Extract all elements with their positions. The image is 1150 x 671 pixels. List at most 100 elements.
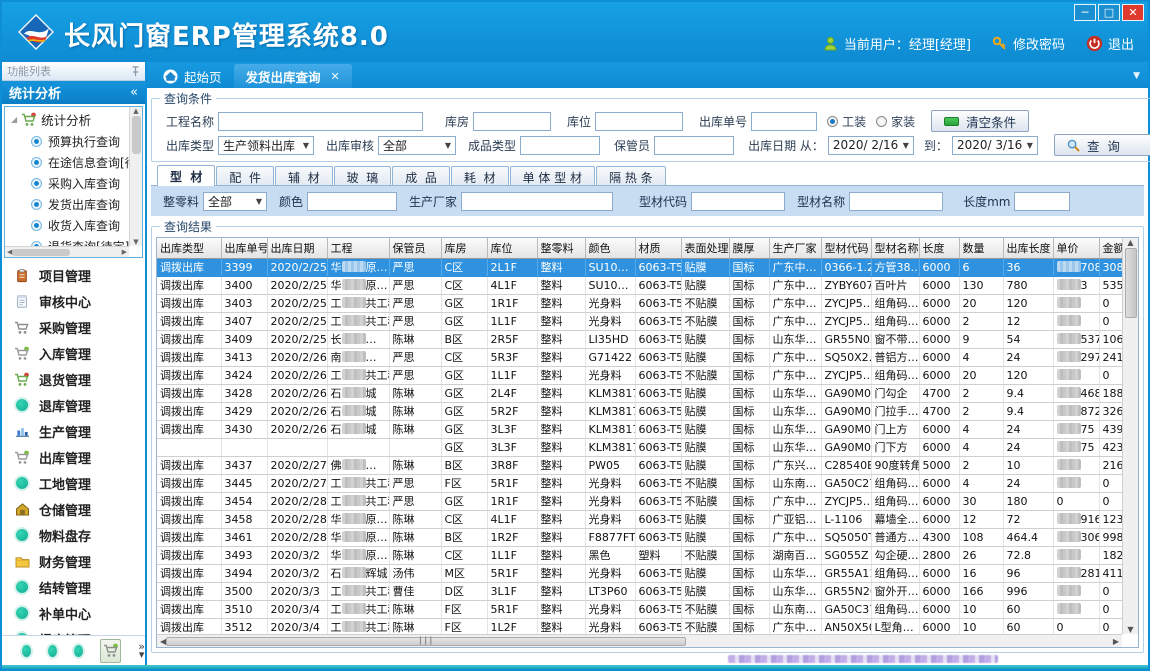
column-header[interactable]: 材质 [635, 238, 681, 259]
column-header[interactable]: 型材代码 [821, 238, 871, 259]
table-row[interactable]: 调拨出库35122020/3/4工共工程陈琳F区1L2F整料光身料6063-T5… [157, 619, 1122, 635]
product-type-input[interactable] [520, 136, 600, 155]
tree-root-node[interactable]: ◢ 统计分析 [5, 107, 129, 131]
sidebar-item-财务管理[interactable]: 财务管理 [2, 548, 145, 574]
radio-industrial[interactable]: 工装 [827, 113, 866, 130]
tree-item[interactable]: 收货入库查询 [5, 215, 129, 236]
project-name-input[interactable] [218, 112, 423, 131]
column-header[interactable]: 工程 [327, 238, 389, 259]
table-row[interactable]: 调拨出库34372020/2/27佛…陈琳B区3R8F整料PW056063-T5… [157, 457, 1122, 475]
column-header[interactable]: 表面处理 [681, 238, 729, 259]
column-header[interactable]: 单价 [1053, 238, 1099, 259]
table-row[interactable]: 调拨出库34612020/2/28华原…陈琳B区1R2F整料F8877FT606… [157, 529, 1122, 547]
tab-home[interactable]: 起始页 [151, 64, 234, 88]
color-input[interactable] [307, 192, 397, 211]
sidebar-item-退货管理[interactable]: 退货管理 [2, 366, 145, 392]
table-row[interactable]: 调拨出库34292020/2/26石城陈琳G区5R2F整料KLM38176063… [157, 403, 1122, 421]
column-header[interactable]: 库位 [487, 238, 537, 259]
tab-list-dropdown-icon[interactable]: ▼ [1133, 71, 1140, 81]
sidebar-section-header[interactable]: 统计分析 « [2, 81, 145, 104]
material-tab[interactable]: 辅 材 [275, 166, 333, 185]
cart-shortcut-button[interactable] [100, 639, 121, 663]
more-options-button[interactable]: »▾ [138, 643, 145, 659]
date-from-select[interactable]: 2020/ 2/16▼ [828, 136, 914, 155]
column-header[interactable]: 库房 [441, 238, 487, 259]
tree-item[interactable]: 在途信息查询[待 [5, 152, 129, 173]
table-row[interactable]: 调拨出库34002020/2/25华原…严思C区4L1F整料SU10…6063-… [157, 277, 1122, 295]
manufacturer-input[interactable] [461, 192, 613, 211]
tree-horizontal-scrollbar[interactable]: ◀▶ [5, 246, 129, 257]
audit-select[interactable]: 全部▼ [378, 136, 456, 155]
table-row[interactable]: 调拨出库34282020/2/26石城陈琳G区2L4F整料KLM38176063… [157, 385, 1122, 403]
location-input[interactable] [595, 112, 683, 131]
date-to-select[interactable]: 2020/ 3/16▼ [952, 136, 1038, 155]
sidebar-item-项目管理[interactable]: 项目管理 [2, 262, 145, 288]
column-header[interactable]: 保管员 [389, 238, 441, 259]
pin-icon[interactable] [131, 66, 140, 77]
minimize-button[interactable]: ─ [1074, 4, 1096, 21]
sidebar-item-采购管理[interactable]: 采购管理 [2, 314, 145, 340]
column-header[interactable]: 颜色 [585, 238, 635, 259]
order-no-input[interactable] [751, 112, 817, 131]
table-row[interactable]: 调拨出库35002020/3/3工共工程曹佳D区3L1F整料LT3P606063… [157, 583, 1122, 601]
table-row[interactable]: 调拨出库35102020/3/4工共工程陈琳F区5R1F整料光身料6063-T5… [157, 601, 1122, 619]
column-header[interactable]: 金额 [1099, 238, 1122, 259]
material-tab[interactable]: 成 品 [392, 166, 450, 185]
sidebar-item-审核中心[interactable]: 审核中心 [2, 288, 145, 314]
clear-conditions-button[interactable]: 清空条件 [931, 110, 1029, 132]
table-row[interactable]: G区3L3F整料KLM38176063-T5贴膜国标山东华…GA90M09…门下… [157, 439, 1122, 457]
column-header[interactable]: 出库长度 [1003, 238, 1053, 259]
tree-expander-icon[interactable]: ◢ [11, 115, 17, 124]
table-row[interactable]: 调拨出库33992020/2/25华原…严思C区2L1F整料SU10…6063-… [157, 259, 1122, 277]
tree-item[interactable]: 预算执行查询 [5, 131, 129, 152]
table-row[interactable]: 调拨出库34132020/2/26南…严思C区5R3F整料G714226063-… [157, 349, 1122, 367]
dot-icon[interactable] [74, 645, 83, 657]
collapse-icon[interactable]: « [130, 85, 138, 100]
sidebar-item-报废管理[interactable]: 报废管理 [2, 626, 145, 635]
column-header[interactable]: 数量 [959, 238, 1003, 259]
column-header[interactable]: 长度 [919, 238, 959, 259]
sidebar-item-出库管理[interactable]: 出库管理 [2, 444, 145, 470]
table-row[interactable]: 调拨出库34452020/2/27工共工程严思F区5R1F整料光身料6063-T… [157, 475, 1122, 493]
tab-shipment-outbound-query[interactable]: 发货出库查询 ✕ [234, 64, 352, 88]
table-horizontal-scrollbar[interactable]: ◀┃┃┃▶ [157, 634, 1122, 647]
column-header[interactable]: 生产厂家 [769, 238, 821, 259]
column-header[interactable]: 出库类型 [157, 238, 221, 259]
column-header[interactable]: 出库日期 [267, 238, 327, 259]
table-row[interactable]: 调拨出库34092020/2/25长…陈琳B区2R5F整料LI35HD6063-… [157, 331, 1122, 349]
tree-vertical-scrollbar[interactable]: ▲▼ [129, 107, 142, 246]
maximize-button[interactable]: □ [1098, 4, 1120, 21]
tree-item[interactable]: 退货查询[待定] [5, 236, 129, 246]
material-tab[interactable]: 玻 璃 [334, 166, 392, 185]
length-input[interactable] [1014, 192, 1070, 211]
table-row[interactable]: 调拨出库34932020/3/2华原…陈琳C区1L1F整料黑色塑料不贴膜国标湖南… [157, 547, 1122, 565]
column-header[interactable]: 出库单号 [221, 238, 267, 259]
material-tab[interactable]: 单 体 型 材 [510, 166, 595, 185]
material-tab[interactable]: 型 材 [157, 165, 215, 186]
sidebar-item-工地管理[interactable]: 工地管理 [2, 470, 145, 496]
search-button[interactable]: 查 询 [1054, 134, 1150, 156]
change-password-link[interactable]: 修改密码 [992, 34, 1065, 53]
column-header[interactable]: 型材名称 [871, 238, 919, 259]
column-header[interactable]: 整零料 [537, 238, 585, 259]
table-row[interactable]: 调拨出库34582020/2/28华原…陈琳C区4L1F整料光身料6063-T5… [157, 511, 1122, 529]
dot-icon[interactable] [48, 645, 57, 657]
sidebar-item-结转管理[interactable]: 结转管理 [2, 574, 145, 600]
sidebar-item-物料盘存[interactable]: 物料盘存 [2, 522, 145, 548]
table-row[interactable]: 调拨出库34542020/2/28工共工程严思G区1R1F整料光身料6063-T… [157, 493, 1122, 511]
logout-link[interactable]: 退出 [1086, 34, 1134, 53]
keeper-input[interactable] [654, 136, 734, 155]
sidebar-item-补单中心[interactable]: 补单中心 [2, 600, 145, 626]
profile-name-input[interactable] [849, 192, 943, 211]
sidebar-item-入库管理[interactable]: 入库管理 [2, 340, 145, 366]
table-row[interactable]: 调拨出库34072020/2/25工共工程严思G区1L1F整料光身料6063-T… [157, 313, 1122, 331]
sidebar-item-生产管理[interactable]: 生产管理 [2, 418, 145, 444]
dot-icon[interactable] [22, 645, 31, 657]
table-vertical-scrollbar[interactable]: ▲▼ [1122, 238, 1138, 634]
whole-part-select[interactable]: 全部▼ [203, 192, 267, 211]
close-button[interactable]: ✕ [1122, 4, 1144, 21]
material-tab[interactable]: 耗 材 [451, 166, 509, 185]
table-row[interactable]: 调拨出库34942020/3/2石辉城汤伟M区5R1F整料光身料6063-T5贴… [157, 565, 1122, 583]
radio-home[interactable]: 家装 [876, 113, 915, 130]
table-row[interactable]: 调拨出库34242020/2/26工共工程严思G区1L1F整料光身料6063-T… [157, 367, 1122, 385]
